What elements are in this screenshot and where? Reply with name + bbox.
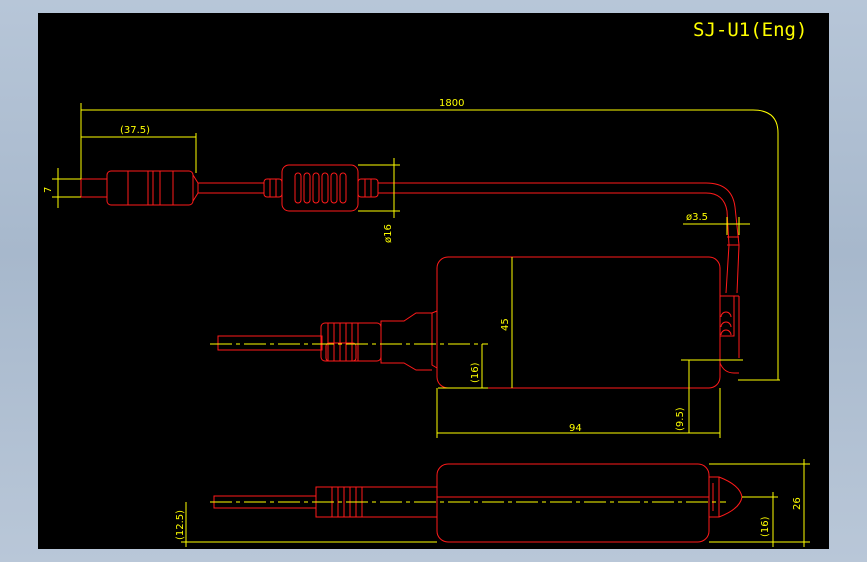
dim-overall-length-label: 1800 [439, 98, 464, 109]
cad-drawing: SJ-U1(Eng) 1800 (37.5) 7 ø16 ø3.5 45 (16… [43, 19, 810, 547]
dim-cable-dia: ø3.5 [683, 212, 750, 235]
dim-side-cable-offset-label: (16) [760, 516, 771, 537]
dim-plug-dia-label: 7 [43, 187, 54, 193]
dim-prong-offset-label: (16) [470, 362, 481, 383]
cad-viewport: SJ-U1(Eng) 1800 (37.5) 7 ø16 ø3.5 45 (16… [38, 13, 829, 549]
dim-plug-length-label: (37.5) [120, 125, 150, 136]
ac-plug-front [217, 312, 432, 371]
adapter-body-side [436, 463, 743, 543]
dim-ferrite-dia-label: ø16 [383, 224, 394, 243]
dim-cable-dia-label: ø3.5 [686, 212, 708, 223]
dc-plug [80, 170, 199, 206]
dim-cable-offset-label: (9.5) [675, 407, 686, 431]
dim-side-prong-offset: (12.5) [175, 502, 437, 547]
dim-body-width-label: 94 [569, 423, 582, 434]
drawing-title: SJ-U1(Eng) [693, 19, 807, 41]
dim-plug-length: (37.5) [81, 125, 197, 173]
dim-plug-dia: 7 [43, 168, 81, 208]
dim-body-thickness-label: 26 [792, 497, 803, 510]
ferrite-core [263, 164, 379, 212]
dim-side-prong-offset-label: (12.5) [175, 510, 186, 540]
dim-body-height-label: 45 [500, 318, 511, 331]
dim-ferrite-dia: ø16 [358, 158, 400, 243]
